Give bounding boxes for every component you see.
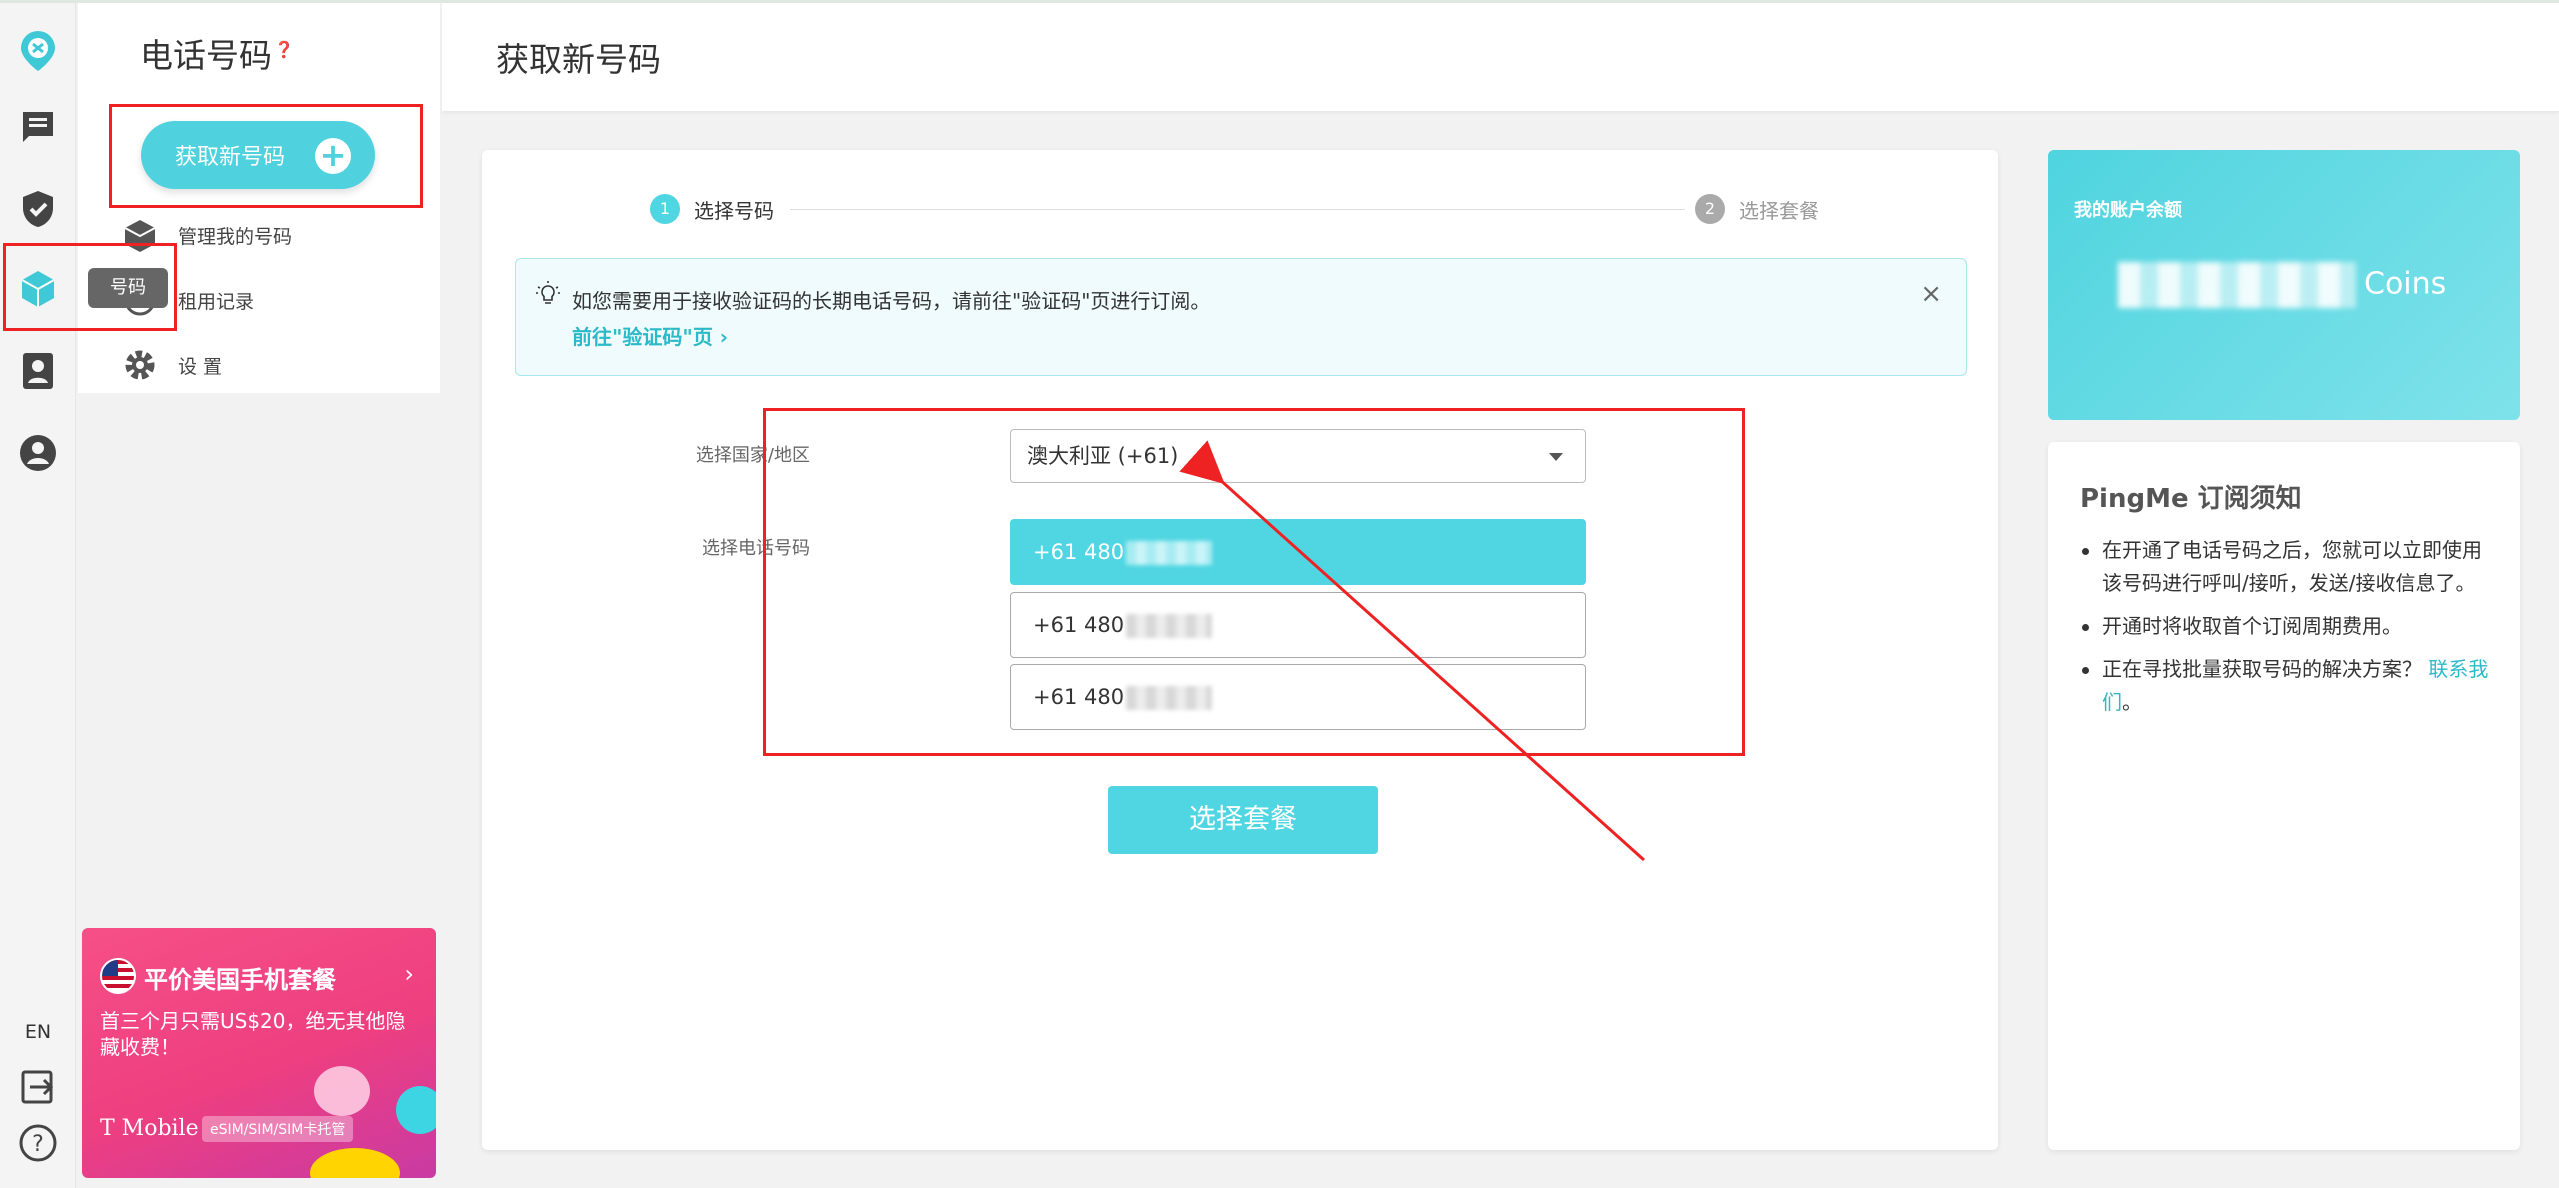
balance-value: Coins bbox=[2118, 262, 2446, 308]
stepper: 1 选择号码 2 选择套餐 bbox=[650, 194, 1830, 224]
coin-icon bbox=[310, 1148, 400, 1178]
side-menu: 电话号码 ❓ 获取新号码 + 管理我的号码 租用记录 设 置 bbox=[78, 3, 440, 393]
balance-title: 我的账户余额 bbox=[2074, 200, 2182, 221]
pingme-logo-icon[interactable] bbox=[14, 27, 62, 75]
promo-banner[interactable]: 平价美国手机套餐 › 首三个月只需US$20，绝无其他隐藏收费！ T Mobil… bbox=[82, 928, 436, 1178]
list-item: 在开通了电话号码之后，您就可以立即使用该号码进行呼叫/接听，发送/接收信息了。 bbox=[2080, 534, 2500, 600]
verification-shield-icon[interactable] bbox=[14, 185, 62, 233]
us-flag-icon bbox=[100, 958, 136, 994]
notes-list: 在开通了电话号码之后，您就可以立即使用该号码进行呼叫/接听，发送/接收信息了。 … bbox=[2080, 534, 2500, 729]
caret-down-icon bbox=[1549, 453, 1563, 461]
masked-digits bbox=[1126, 686, 1213, 710]
info-notice: 如您需要用于接收验证码的长期电话号码，请前往"验证码"页进行订阅。 前往"验证码… bbox=[515, 258, 1967, 376]
number-option-2[interactable]: +61 480 bbox=[1010, 592, 1586, 658]
question-mark-icon[interactable]: ❓ bbox=[274, 40, 294, 59]
number-option-1[interactable]: +61 480 bbox=[1010, 519, 1586, 585]
step-select-number: 1 选择号码 bbox=[650, 194, 774, 224]
language-switch[interactable]: EN bbox=[0, 1021, 76, 1043]
country-label: 选择国家/地区 bbox=[695, 445, 810, 466]
page-header: 获取新号码 bbox=[442, 3, 2559, 111]
sidebar-item-settings[interactable]: 设 置 bbox=[120, 343, 222, 387]
icon-rail: EN ? bbox=[0, 3, 76, 1188]
phone-number-label: 选择电话号码 bbox=[702, 538, 810, 559]
subscription-notes-card: PingMe 订阅须知 在开通了电话号码之后，您就可以立即使用该号码进行呼叫/接… bbox=[2048, 442, 2520, 1150]
lightbulb-icon bbox=[536, 281, 560, 311]
number-option-3[interactable]: +61 480 bbox=[1010, 664, 1586, 730]
panel-title: 电话号码 ❓ bbox=[140, 36, 294, 75]
logout-icon[interactable] bbox=[14, 1063, 62, 1111]
get-new-number-button[interactable]: 获取新号码 + bbox=[141, 121, 375, 189]
masked-digits bbox=[1126, 614, 1213, 638]
help-icon[interactable]: ? bbox=[14, 1119, 62, 1167]
gear-icon bbox=[120, 345, 160, 385]
list-item: 开通时将收取首个订阅周期费用。 bbox=[2080, 610, 2500, 643]
country-select[interactable]: 澳大利亚 (+61) bbox=[1010, 429, 1586, 483]
select-plan-button[interactable]: 选择套餐 bbox=[1108, 786, 1378, 854]
numbers-cube-icon[interactable] bbox=[14, 265, 62, 313]
verification-page-link[interactable]: 前往"验证码"页 › bbox=[572, 321, 728, 350]
step-select-plan: 2 选择套餐 bbox=[1695, 194, 1819, 224]
sidebar-item-manage-numbers[interactable]: 管理我的号码 bbox=[120, 213, 292, 257]
step-connector bbox=[790, 209, 1685, 210]
plus-icon: + bbox=[315, 138, 351, 174]
svg-text:?: ? bbox=[32, 1132, 44, 1157]
notice-text: 如您需要用于接收验证码的长期电话号码，请前往"验证码"页进行订阅。 bbox=[572, 289, 1211, 313]
account-icon[interactable] bbox=[14, 429, 62, 477]
close-icon[interactable]: × bbox=[1920, 279, 1942, 309]
account-balance-card: 我的账户余额 Coins bbox=[2048, 150, 2520, 420]
contacts-icon[interactable] bbox=[14, 347, 62, 395]
notes-title: PingMe 订阅须知 bbox=[2080, 484, 2302, 514]
page-title: 获取新号码 bbox=[496, 40, 661, 79]
numbers-side-panel: 电话号码❓ 获取新号码 + 管理我的号码 租用记录 设 置 平价美国手机套餐 bbox=[78, 3, 440, 1188]
chevron-right-icon: › bbox=[404, 960, 414, 988]
chat-bubble-icon bbox=[314, 1066, 370, 1116]
box-icon bbox=[120, 215, 160, 255]
get-number-card: 1 选择号码 2 选择套餐 如您需要用于接收验证码的长期电话号码，请前往"验证码… bbox=[482, 150, 1998, 1150]
esim-tag: eSIM/SIM/SIM卡托管 bbox=[202, 1116, 354, 1142]
numbers-tooltip: 号码 bbox=[88, 268, 168, 308]
masked-digits bbox=[1126, 541, 1213, 565]
masked-balance bbox=[2118, 262, 2356, 308]
messages-icon[interactable] bbox=[14, 103, 62, 151]
phone-icon bbox=[396, 1086, 436, 1134]
tmobile-logo: T Mobile bbox=[100, 1116, 199, 1141]
list-item: 正在寻找批量获取号码的解决方案？ 联系我们。 bbox=[2080, 653, 2500, 719]
